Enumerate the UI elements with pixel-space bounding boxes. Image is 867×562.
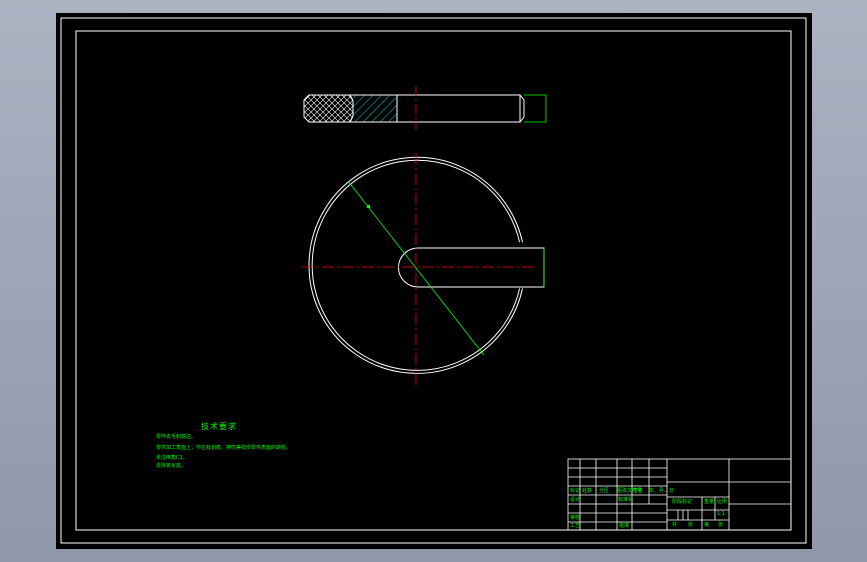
technical-note: 去除氧化皮。 [156, 463, 187, 469]
leader-marker [367, 205, 370, 208]
title-block [567, 458, 792, 531]
front-view [302, 153, 545, 385]
title-block-weight: 重量 [704, 499, 715, 505]
title-block-craft: 工艺 [570, 523, 581, 529]
technical-note: 零件加工表面上，不应有划痕、擦伤等损伤零件表面的缺陷。 [156, 445, 292, 451]
title-block-sheet-of: 第 [704, 522, 710, 528]
title-block-signature: 签名 [633, 488, 644, 494]
cad-viewport[interactable]: 技术要求 零件去毛刺锐边。 零件加工表面上，不应有划痕、擦伤等损伤零件表面的缺陷… [56, 13, 812, 549]
side-view [303, 86, 547, 130]
title-block-stage-mark: 阶段标记 [672, 499, 693, 505]
title-block-scale: 比例 [717, 499, 728, 505]
title-block-checker: 审核 [570, 515, 581, 521]
hatched-section [349, 94, 398, 123]
title-block-sheet-total: 共 [672, 522, 678, 528]
title-block-standardization: 标准化 [618, 497, 634, 503]
title-block-sheet-page: 张 [718, 522, 724, 528]
technical-note: 零件去毛刺锐边。 [156, 434, 197, 440]
title-block-approve: 批准 [619, 523, 630, 529]
slot-outline [398, 247, 545, 288]
title-block-designer: 设计 [570, 497, 581, 503]
technical-note: 未注倒角C1。 [156, 455, 188, 461]
title-block-mark: 标记 [570, 488, 581, 494]
technical-requirements-title: 技术要求 [201, 422, 237, 431]
title-block-zone: 分区 [599, 488, 610, 494]
title-block-scale-value: 1:1 [717, 511, 726, 517]
title-block-count: 处数 [582, 488, 593, 494]
knurled-section [303, 94, 354, 123]
title-block-sheet-num: 张 [688, 522, 694, 528]
title-block-date: 年、月、日 [649, 488, 675, 494]
